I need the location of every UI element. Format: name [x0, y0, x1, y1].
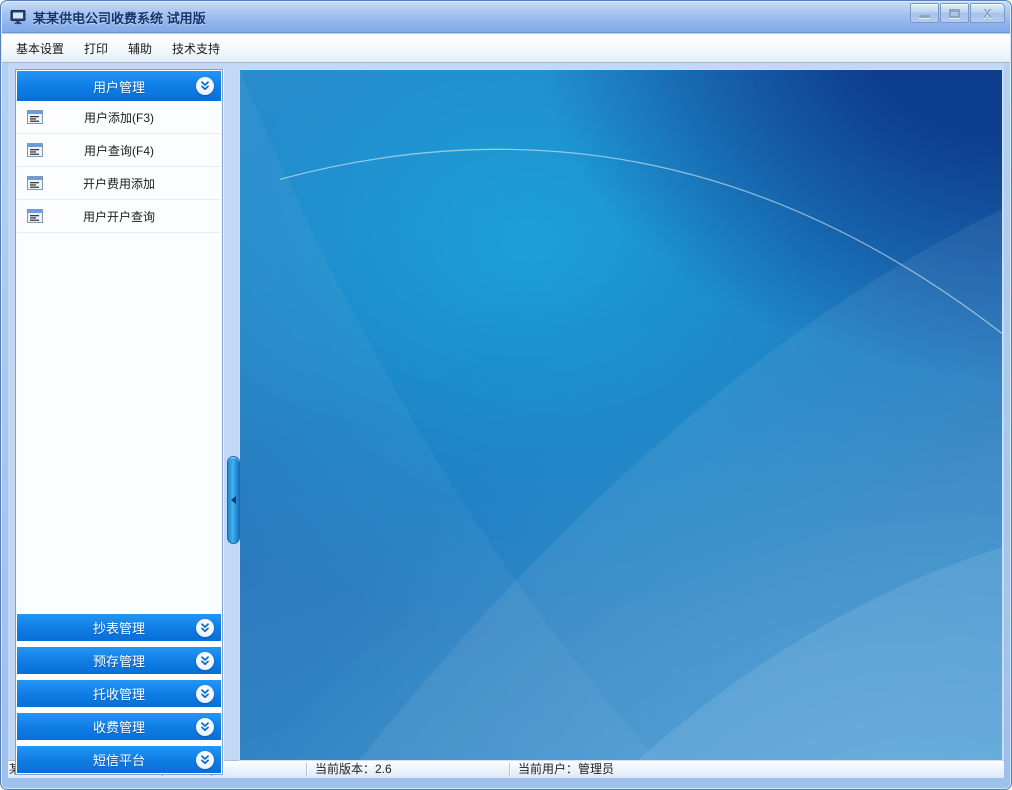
menubar: 基本设置 打印 辅助 技术支持	[2, 34, 1010, 63]
nav-item-user-add[interactable]: 用户添加(F3)	[17, 101, 221, 134]
nav-item-user-query[interactable]: 用户查询(F4)	[17, 134, 221, 167]
menu-basic-settings[interactable]: 基本设置	[6, 36, 74, 61]
nav-group-prestore[interactable]: 预存管理	[17, 647, 221, 674]
nav-item-label: 用户查询(F4)	[17, 142, 221, 159]
nav-group-label: 收费管理	[93, 717, 145, 736]
menu-assist[interactable]: 辅助	[118, 36, 162, 61]
minimize-icon	[919, 15, 930, 18]
maximize-button[interactable]	[940, 3, 969, 23]
form-icon	[27, 176, 43, 190]
sidebar-nav: 用户管理 用户添加(F3)	[15, 69, 223, 775]
app-monitor-icon	[10, 9, 27, 25]
chevron-double-down-icon	[196, 619, 214, 637]
window-title: 某某供电公司收费系统 试用版	[33, 8, 206, 27]
nav-group-label: 用户管理	[93, 77, 145, 96]
nav-group-user-management[interactable]: 用户管理	[17, 71, 221, 101]
nav-group-label: 托收管理	[93, 684, 145, 703]
nav-item-user-account-query[interactable]: 用户开户查询	[17, 200, 221, 233]
nav-item-label: 开户费用添加	[17, 175, 221, 192]
status-version: 当前版本：2.6	[315, 761, 392, 778]
close-icon: X	[983, 7, 992, 20]
menu-print[interactable]: 打印	[74, 36, 118, 61]
client-area: 某某供电公司收费系统(试用版) 当前版本：2.6 当前用户：管理员 用户管理	[8, 63, 1004, 778]
nav-group-sms-platform[interactable]: 短信平台	[17, 746, 221, 773]
titlebar: 某某供电公司收费系统 试用版 X	[2, 2, 1010, 33]
main-content-area	[239, 69, 1003, 761]
status-current-user: 当前用户：管理员	[518, 761, 614, 778]
chevron-double-down-icon	[196, 685, 214, 703]
maximize-icon	[949, 9, 960, 18]
nav-group-label: 短信平台	[93, 750, 145, 769]
status-divider	[306, 763, 307, 776]
nav-item-label: 用户添加(F3)	[17, 109, 221, 126]
wallpaper-curves	[240, 70, 1002, 760]
chevron-double-down-icon	[196, 718, 214, 736]
chevron-double-down-icon	[196, 77, 214, 95]
form-icon	[27, 143, 43, 157]
nav-group-collection[interactable]: 托收管理	[17, 680, 221, 707]
window-controls: X	[910, 3, 1005, 23]
status-divider	[509, 763, 510, 776]
form-icon	[27, 110, 43, 124]
app-window: 某某供电公司收费系统 试用版 X 基本设置 打印 辅助 技术支持 某某供电公司收…	[0, 0, 1012, 790]
nav-item-label: 用户开户查询	[17, 208, 221, 225]
close-button[interactable]: X	[970, 3, 1005, 23]
chevron-double-down-icon	[196, 652, 214, 670]
nav-group-meter-reading[interactable]: 抄表管理	[17, 614, 221, 641]
collapse-arrow-icon	[231, 496, 236, 504]
nav-item-account-fee-add[interactable]: 开户费用添加	[17, 167, 221, 200]
nav-spacer	[17, 233, 221, 608]
nav-group-label: 抄表管理	[93, 618, 145, 637]
nav-group-label: 预存管理	[93, 651, 145, 670]
minimize-button[interactable]	[910, 3, 939, 23]
chevron-double-down-icon	[196, 751, 214, 769]
menu-tech-support[interactable]: 技术支持	[162, 36, 230, 61]
nav-group-items: 用户添加(F3) 用户查询(F4)	[17, 101, 221, 233]
sidebar-collapse-handle[interactable]	[227, 456, 240, 544]
nav-group-charging[interactable]: 收费管理	[17, 713, 221, 740]
form-icon	[27, 209, 43, 223]
